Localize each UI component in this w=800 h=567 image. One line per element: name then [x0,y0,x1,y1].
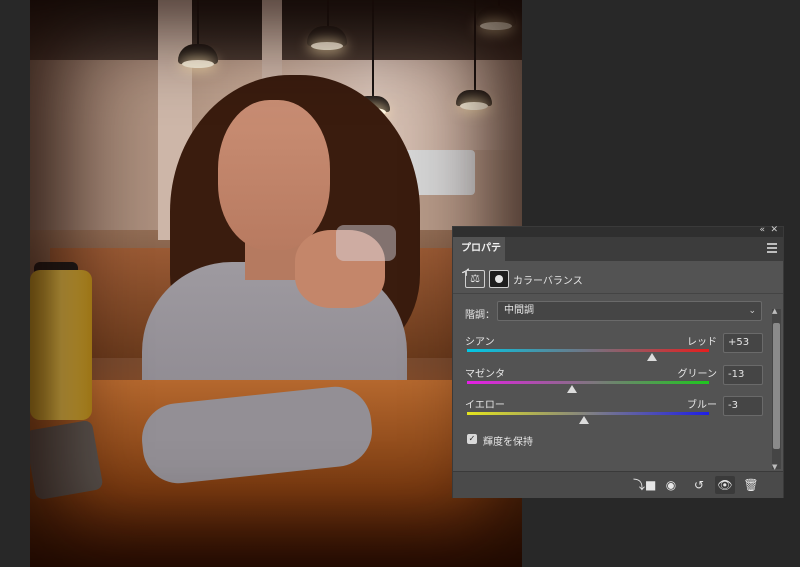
slider-track[interactable] [467,349,709,352]
tone-label: 階調： [465,310,495,321]
slider-yellow-blue: イエロー ブルー -3 [465,396,765,426]
slider-right-label: グリーン [677,369,718,380]
scroll-down-icon[interactable]: ▼ [772,463,777,471]
image-glass [336,225,396,261]
trash-icon[interactable]: 🗑 [741,476,761,494]
image-phone [30,419,104,501]
scroll-up-icon[interactable]: ▲ [772,307,777,315]
slider-left-label: イエロー [465,400,505,411]
chevron-down-icon: ⌄ [748,306,756,316]
slider-thumb[interactable] [567,385,578,393]
image-person-face [218,100,330,250]
image-pendant-lamp [476,6,516,30]
slider-value-field[interactable]: -3 [723,396,763,416]
tab-properties[interactable]: プロパティ [453,237,505,278]
preserve-luminosity-checkbox[interactable]: ✓ [467,434,477,444]
visibility-eye-icon[interactable]: 👁 [715,476,735,494]
image-pendant-lamp [456,90,492,110]
slider-magenta-green: マゼンタ グリーン -13 [465,365,765,395]
slider-value-field[interactable]: -13 [723,365,763,385]
canvas-background-left [0,0,30,567]
image-pendant-lamp [307,26,347,50]
close-icon[interactable]: ✕ [770,225,778,235]
slider-cyan-red: シアン レッド +53 [465,333,765,363]
preserve-luminosity-label: 輝度を保持 [483,437,533,448]
panel-tab-row: プロパティ [453,237,783,278]
slider-track[interactable] [467,381,709,384]
slider-thumb[interactable] [647,353,658,361]
scrollbar-thumb[interactable] [773,323,780,449]
slider-right-label: ブルー [687,400,717,411]
tone-select[interactable]: 中間調 ⌄ [497,301,762,321]
reset-icon[interactable]: ↺ [689,476,709,494]
slider-left-label: マゼンタ [465,369,505,380]
image-lamp-cord [327,0,329,26]
double-chevron-icon[interactable]: « [759,225,765,235]
document-image[interactable] [30,0,522,567]
image-lamp-cord [372,0,374,96]
color-balance-icon[interactable]: ⚖ [465,270,485,288]
tone-select-value: 中間調 [504,305,534,316]
adjustment-title: カラーバランス [513,276,583,287]
image-lamp-cord [474,0,476,90]
clip-to-layer-icon[interactable]: ⤵■ [633,476,656,494]
properties-panel: « ✕ プロパティ ⚖ カラーバランス 階調： 中間調 ⌄ シアン レッド +5… [452,225,784,498]
panel-title-bar[interactable]: « ✕ [453,225,783,237]
image-pendant-lamp [178,44,218,68]
slider-right-label: レッド [687,337,717,348]
panel-menu-icon[interactable] [767,243,777,253]
layer-mask-icon[interactable] [489,270,509,288]
adjustment-header: ⚖ カラーバランス [453,263,783,294]
slider-value-field[interactable]: +53 [723,333,763,353]
slider-track[interactable] [467,412,709,415]
image-bottle [30,270,92,420]
panel-scrollbar[interactable]: ▲ ▼ [772,307,781,471]
panel-bottom-toolbar: ⤵■ ◉ ↺ 👁 🗑 [453,471,783,498]
image-lamp-cord [197,0,199,44]
view-previous-state-icon[interactable]: ◉ [661,476,681,494]
slider-thumb[interactable] [579,416,590,424]
slider-left-label: シアン [465,337,495,348]
